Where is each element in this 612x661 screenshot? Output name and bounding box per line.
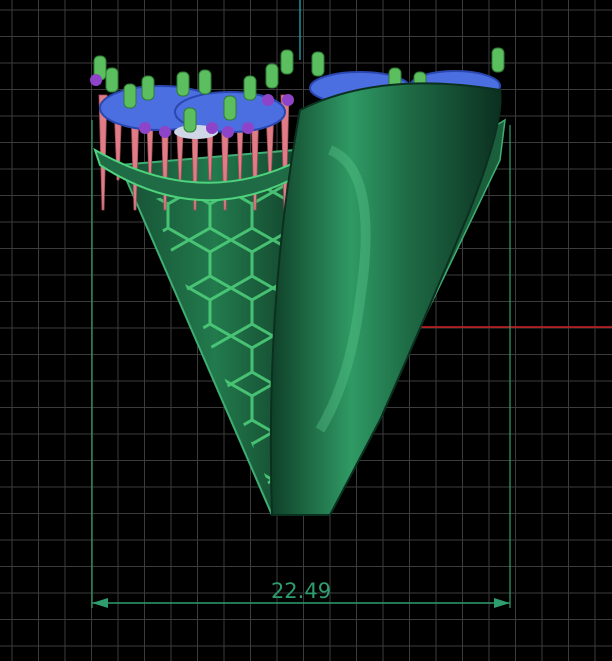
bead bbox=[183, 107, 197, 133]
bead bbox=[123, 83, 137, 109]
bead bbox=[491, 47, 505, 73]
accent-stone bbox=[159, 126, 171, 138]
ring-band-front bbox=[269, 82, 502, 516]
bead bbox=[311, 51, 325, 77]
bead bbox=[198, 69, 212, 95]
dimension-value-label[interactable]: 22.49 bbox=[271, 579, 331, 603]
bead bbox=[223, 95, 237, 121]
bead bbox=[141, 75, 155, 101]
dimension-arrow-left-icon bbox=[92, 598, 108, 608]
accent-stone bbox=[206, 122, 218, 134]
accent-stone bbox=[262, 94, 274, 106]
bead bbox=[243, 75, 257, 101]
cad-viewport[interactable]: 22.49 bbox=[0, 0, 612, 661]
bead bbox=[176, 71, 190, 97]
accent-stone bbox=[222, 126, 234, 138]
ring-model[interactable] bbox=[90, 47, 506, 516]
accent-stone bbox=[90, 74, 102, 86]
accent-stone bbox=[139, 122, 151, 134]
dimension-arrow-right-icon bbox=[494, 598, 510, 608]
bead bbox=[265, 63, 279, 89]
accent-stone bbox=[242, 122, 254, 134]
accent-stone bbox=[282, 94, 294, 106]
bead bbox=[280, 49, 294, 75]
scene-canvas[interactable]: 22.49 bbox=[0, 0, 612, 661]
bead bbox=[105, 67, 119, 93]
